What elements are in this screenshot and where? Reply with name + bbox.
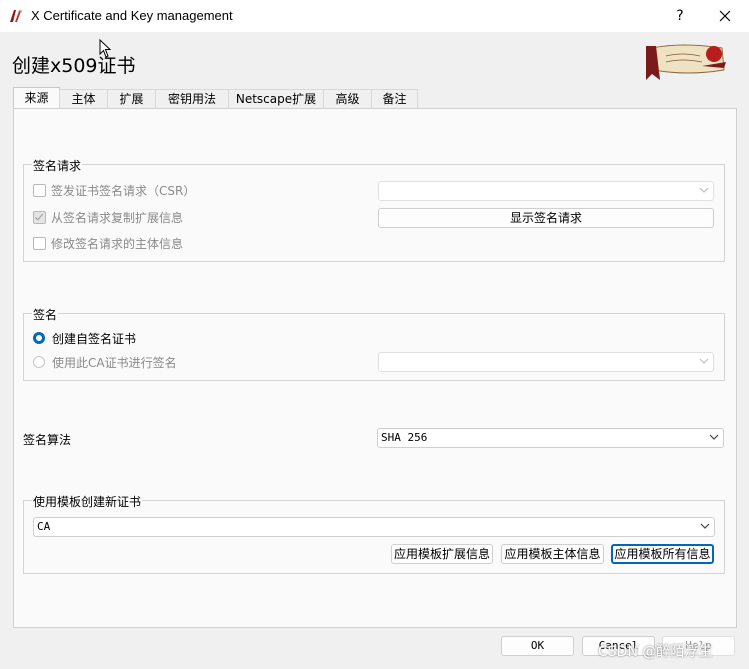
window-title: X Certificate and Key management [31, 8, 233, 23]
show-request-button[interactable]: 显示签名请求 [378, 208, 714, 228]
close-icon [719, 10, 731, 22]
chevron-down-icon [699, 187, 709, 193]
template-group: 使用模板创建新证书 CA 应用模板扩展信息 应用模板主体信息 应用模板所有信息 [23, 493, 725, 574]
csr-checkbox[interactable] [33, 184, 46, 197]
ca-sign-radio[interactable] [33, 356, 45, 368]
chevron-down-icon [709, 434, 719, 440]
template-legend: 使用模板创建新证书 [32, 493, 143, 510]
algorithm-label: 签名算法 [23, 433, 72, 447]
modify-subject-checkbox[interactable] [33, 237, 46, 250]
template-value: CA [37, 520, 51, 533]
tab-advanced[interactable]: 高级 [323, 89, 372, 109]
apply-subject-button[interactable]: 应用模板主体信息 [501, 544, 604, 564]
page-title: 创建x509证书 [12, 55, 136, 77]
app-icon [10, 10, 22, 22]
tab-netscape[interactable]: Netscape扩展 [228, 89, 324, 109]
algorithm-value: SHA 256 [381, 431, 428, 444]
source-panel: 签名请求 签发证书签名请求（CSR） 从签名请求复制扩展信息 修改签名请求的主体… [13, 108, 737, 628]
self-signed-label: 创建自签名证书 [52, 332, 137, 346]
algorithm-select[interactable]: SHA 256 [377, 428, 724, 448]
apply-extensions-button[interactable]: 应用模板扩展信息 [391, 544, 493, 564]
csr-select[interactable] [378, 181, 714, 201]
ca-sign-label: 使用此CA证书进行签名 [52, 356, 177, 370]
signing-legend: 签名 [32, 306, 59, 323]
tab-comment[interactable]: 备注 [371, 89, 418, 109]
template-select[interactable]: CA [33, 517, 715, 537]
sign-request-legend: 签名请求 [32, 157, 83, 174]
tab-extensions[interactable]: 扩展 [107, 89, 156, 109]
modify-subject-label: 修改签名请求的主体信息 [51, 237, 184, 251]
watermark: CSDN @醉陌浮生 [598, 644, 713, 660]
self-signed-radio[interactable] [33, 332, 45, 344]
ok-button[interactable]: OK [501, 636, 574, 656]
copy-extensions-label: 从签名请求复制扩展信息 [51, 211, 184, 225]
tab-source[interactable]: 来源 [13, 87, 60, 109]
help-title-button[interactable]: ? [668, 5, 692, 27]
title-bar: X Certificate and Key management ? [0, 0, 749, 32]
copy-extensions-checkbox[interactable] [33, 211, 46, 224]
csr-label: 签发证书签名请求（CSR） [51, 184, 196, 198]
sign-request-group: 签名请求 签发证书签名请求（CSR） 从签名请求复制扩展信息 修改签名请求的主体… [23, 157, 725, 262]
signing-group: 签名 创建自签名证书 使用此CA证书进行签名 [23, 306, 725, 381]
tab-key-usage[interactable]: 密钥用法 [155, 89, 229, 109]
chevron-down-icon [699, 358, 709, 364]
xca-logo-icon [646, 44, 726, 80]
tab-subject[interactable]: 主体 [59, 89, 108, 109]
apply-all-button[interactable]: 应用模板所有信息 [611, 544, 714, 564]
close-button[interactable] [712, 5, 738, 27]
chevron-down-icon [700, 523, 710, 529]
ca-select[interactable] [378, 352, 714, 372]
